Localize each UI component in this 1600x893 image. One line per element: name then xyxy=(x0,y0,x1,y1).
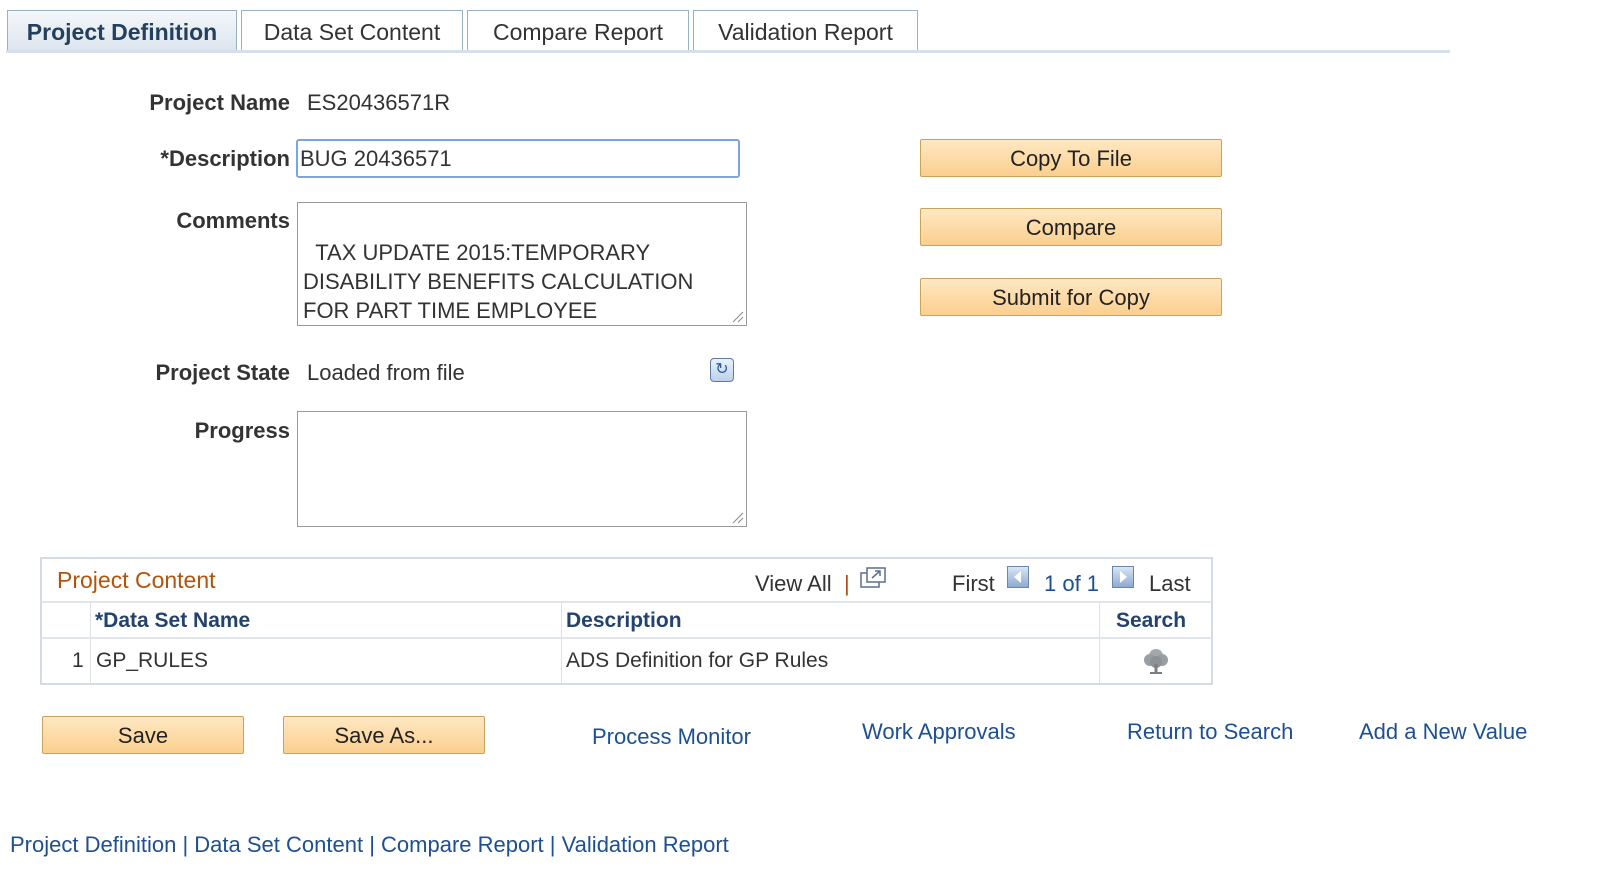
grid-title: Project Content xyxy=(57,567,216,593)
first-link[interactable]: First xyxy=(952,571,995,597)
tab-underline xyxy=(6,50,1450,53)
bottom-tab-links: Project Definition | Data Set Content | … xyxy=(10,832,729,858)
left-arrow-glyph xyxy=(1014,571,1021,583)
tab-data-set-content[interactable]: Data Set Content xyxy=(241,10,463,50)
submit-for-copy-button[interactable]: Submit for Copy xyxy=(920,278,1222,316)
column-header-description[interactable]: Description xyxy=(566,609,682,633)
bottom-link-project-definition[interactable]: Project Definition xyxy=(10,832,176,857)
description-label: *Description xyxy=(160,146,290,171)
project-name-value: ES20436571R xyxy=(307,90,451,115)
view-all-separator: | xyxy=(844,571,850,596)
description-input[interactable] xyxy=(296,139,740,178)
right-arrow-icon[interactable] xyxy=(1112,566,1134,588)
project-content-grid: Project Content View All | First 1 of 1 … xyxy=(40,557,1213,685)
bottom-link-data-set-content[interactable]: Data Set Content xyxy=(194,832,363,857)
project-state-value: Loaded from file xyxy=(307,360,465,385)
process-monitor-link[interactable]: Process Monitor xyxy=(592,724,751,750)
bottom-link-separator: | xyxy=(549,832,556,857)
tab-validation-report[interactable]: Validation Report xyxy=(693,10,918,50)
copy-to-file-button[interactable]: Copy To File xyxy=(920,139,1222,177)
work-approvals-link[interactable]: Work Approvals xyxy=(862,719,1016,745)
project-name-label: Project Name xyxy=(149,90,290,115)
grid-header-row: *Data Set Name Description Search xyxy=(42,601,1211,639)
refresh-icon[interactable]: ↻ xyxy=(710,358,734,382)
progress-textarea[interactable] xyxy=(297,411,747,527)
save-button[interactable]: Save xyxy=(42,716,244,754)
add-new-value-link[interactable]: Add a New Value xyxy=(1359,719,1527,745)
view-all-link[interactable]: View All xyxy=(755,571,832,597)
resize-grip-icon[interactable] xyxy=(732,512,744,524)
table-row: 1 GP_RULES ADS Definition for GP Rules xyxy=(42,639,1211,683)
tab-compare-report[interactable]: Compare Report xyxy=(467,10,689,50)
right-arrow-glyph xyxy=(1120,571,1127,583)
column-header-data-set-name[interactable]: *Data Set Name xyxy=(95,609,250,633)
row-number: 1 xyxy=(72,649,84,672)
column-header-search: Search xyxy=(1116,609,1187,632)
tab-project-definition[interactable]: Project Definition xyxy=(7,10,237,50)
comments-text: TAX UPDATE 2015:TEMPORARY DISABILITY BEN… xyxy=(303,240,694,323)
bottom-link-separator: | xyxy=(369,832,375,857)
resize-grip-icon[interactable] xyxy=(732,311,744,323)
data-set-name-cell[interactable]: GP_RULES xyxy=(96,649,208,673)
pager-count: 1 of 1 xyxy=(1044,571,1100,596)
new-window-icon[interactable] xyxy=(860,567,886,589)
last-link[interactable]: Last xyxy=(1149,571,1191,597)
bottom-link-compare-report[interactable]: Compare Report xyxy=(381,832,544,857)
bottom-link-separator: | xyxy=(182,832,189,857)
comments-label: Comments xyxy=(176,208,290,233)
return-to-search-link[interactable]: Return to Search xyxy=(1127,719,1293,745)
bottom-link-validation-report[interactable]: Validation Report xyxy=(562,832,729,857)
compare-button[interactable]: Compare xyxy=(920,208,1222,246)
progress-label: Progress xyxy=(194,418,290,443)
tree-search-icon[interactable] xyxy=(1141,646,1171,676)
comments-textarea[interactable]: TAX UPDATE 2015:TEMPORARY DISABILITY BEN… xyxy=(297,202,747,326)
left-arrow-icon[interactable] xyxy=(1007,566,1029,588)
description-cell: ADS Definition for GP Rules xyxy=(566,649,829,672)
save-as-button[interactable]: Save As... xyxy=(283,716,485,754)
project-state-label: Project State xyxy=(155,360,291,385)
